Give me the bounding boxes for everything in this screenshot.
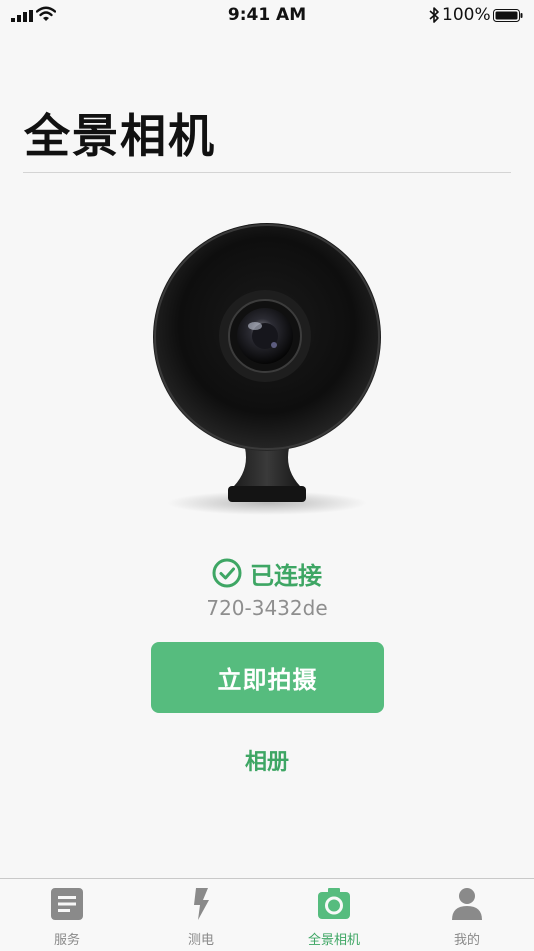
tab-label: 我的 <box>453 933 480 948</box>
title-divider <box>23 172 511 173</box>
connection-status-label: 已连接 <box>250 561 322 590</box>
battery-icon <box>493 9 523 22</box>
service-doc-icon <box>51 888 83 920</box>
tab-panorama-camera[interactable]: 全景相机 <box>267 879 401 951</box>
shoot-now-button[interactable]: 立即拍摄 <box>151 642 384 713</box>
panorama-camera-illustration <box>153 223 381 515</box>
tab-label: 全景相机 <box>307 933 360 948</box>
page-title: 全景相机 <box>24 109 216 163</box>
tab-service[interactable]: 服务 <box>0 879 134 951</box>
tab-label: 测电 <box>187 933 214 948</box>
lightning-icon <box>194 888 209 920</box>
connection-status: 已连接 <box>0 556 534 590</box>
album-link[interactable]: 相册 <box>0 744 534 776</box>
bluetooth-icon <box>429 7 439 23</box>
person-icon <box>452 888 482 920</box>
status-bar: 9:41 AM 100% <box>0 0 534 32</box>
tab-bar: 服务 测电 全景相机 我的 <box>0 878 534 951</box>
tab-power-test[interactable]: 测电 <box>134 879 268 951</box>
check-circle-icon <box>212 558 242 588</box>
device-id: 720-3432de <box>206 596 328 620</box>
tab-label: 服务 <box>53 933 80 948</box>
battery-percentage: 100% <box>442 5 491 25</box>
camera-icon <box>318 888 350 919</box>
tab-mine[interactable]: 我的 <box>400 879 534 951</box>
